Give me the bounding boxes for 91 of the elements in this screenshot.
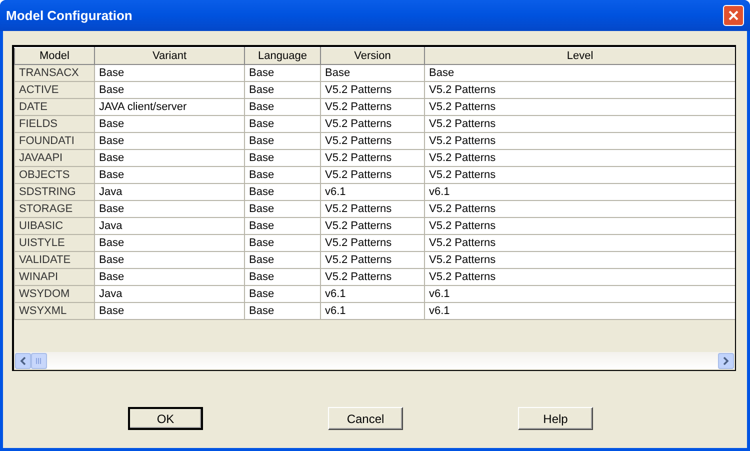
table-cell: Base: [94, 132, 244, 150]
dialog-button[interactable]: Cancel: [328, 407, 403, 430]
grip-icon: [36, 358, 42, 364]
table-cell: V5.2 Patterns: [424, 166, 735, 184]
table-cell: V5.2 Patterns: [320, 234, 424, 252]
table-cell: v6.1: [320, 286, 424, 302]
table-cell: V5.2 Patterns: [320, 82, 424, 98]
table-cell: Java: [94, 218, 244, 234]
table-cell: V5.2 Patterns: [424, 82, 735, 98]
table-cell: V5.2 Patterns: [424, 234, 735, 252]
table-cell: Base: [244, 184, 320, 200]
table-cell: Base: [94, 302, 244, 320]
column-header[interactable]: Model: [14, 48, 94, 64]
dialog-button[interactable]: OK: [128, 407, 203, 430]
table-cell: Base: [424, 64, 735, 82]
table-cell: Base: [94, 234, 244, 252]
table-cell: Base: [244, 116, 320, 132]
table-cell: Base: [244, 218, 320, 234]
table-cell: Base: [94, 150, 244, 166]
close-icon: [728, 10, 739, 21]
table-cell: Java: [94, 184, 244, 200]
table-cell: Base: [94, 64, 244, 82]
table-cell: Base: [94, 166, 244, 184]
table-cell: Base: [244, 64, 320, 82]
table-cell: Base: [244, 302, 320, 320]
table-cell: JAVA client/server: [94, 98, 244, 116]
row-header[interactable]: WSYXML: [14, 302, 94, 320]
table-cell: Base: [320, 64, 424, 82]
table-cell: Base: [244, 150, 320, 166]
close-button[interactable]: [723, 5, 744, 26]
table-cell: V5.2 Patterns: [320, 98, 424, 116]
table-cell: V5.2 Patterns: [320, 252, 424, 268]
table-cell: V5.2 Patterns: [424, 132, 735, 150]
row-header[interactable]: OBJECTS: [14, 166, 94, 184]
table-cell: Base: [94, 252, 244, 268]
column-header[interactable]: Level: [424, 48, 735, 64]
row-header[interactable]: WINAPI: [14, 268, 94, 286]
scroll-left-button[interactable]: [15, 352, 31, 368]
column-header[interactable]: Language: [244, 48, 320, 64]
table-cell: V5.2 Patterns: [320, 268, 424, 286]
table-cell: V5.2 Patterns: [424, 200, 735, 218]
table-cell: Base: [244, 132, 320, 150]
row-header[interactable]: ACTIVE: [14, 82, 94, 98]
table-cell: Base: [94, 200, 244, 218]
row-header[interactable]: VALIDATE: [14, 252, 94, 268]
table-cell: v6.1: [320, 184, 424, 200]
table-cell: v6.1: [424, 286, 735, 302]
table-cell: Base: [244, 286, 320, 302]
table-cell: V5.2 Patterns: [424, 218, 735, 234]
table-cell: Base: [244, 268, 320, 286]
table-cell: Base: [94, 268, 244, 286]
table-cell: Base: [94, 116, 244, 132]
row-header[interactable]: JAVAAPI: [14, 150, 94, 166]
table-cell: Base: [244, 200, 320, 218]
table-cell: V5.2 Patterns: [424, 268, 735, 286]
row-header[interactable]: WSYDOM: [14, 286, 94, 302]
column-header[interactable]: Version: [320, 48, 424, 64]
table-cell: V5.2 Patterns: [320, 200, 424, 218]
table-cell: Java: [94, 286, 244, 302]
table-cell: v6.1: [320, 302, 424, 320]
table-cell: Base: [94, 82, 244, 98]
table-cell: V5.2 Patterns: [320, 150, 424, 166]
table-cell: Base: [244, 82, 320, 98]
window-title: Model Configuration: [6, 6, 132, 25]
row-header[interactable]: DATE: [14, 98, 94, 116]
table-cell: Base: [244, 252, 320, 268]
table-cell: Base: [244, 166, 320, 184]
row-header[interactable]: FIELDS: [14, 116, 94, 132]
table-cell: V5.2 Patterns: [424, 252, 735, 268]
table-cell: V5.2 Patterns: [320, 166, 424, 184]
table-cell: V5.2 Patterns: [424, 116, 735, 132]
scroll-right-button[interactable]: [718, 352, 734, 368]
table-cell: V5.2 Patterns: [424, 150, 735, 166]
dialog-button[interactable]: Help: [518, 407, 593, 430]
row-header[interactable]: SDSTRING: [14, 184, 94, 200]
table-cell: V5.2 Patterns: [320, 218, 424, 234]
row-header[interactable]: UISTYLE: [14, 234, 94, 252]
row-header[interactable]: UIBASIC: [14, 218, 94, 234]
row-header[interactable]: TRANSACX: [14, 64, 94, 82]
table-cell: Base: [244, 234, 320, 252]
column-header[interactable]: Variant: [94, 48, 244, 64]
table-cell: Base: [244, 98, 320, 116]
row-header[interactable]: FOUNDATI: [14, 132, 94, 150]
table-cell: V5.2 Patterns: [424, 98, 735, 116]
table-cell: v6.1: [424, 302, 735, 320]
scroll-thumb[interactable]: [31, 352, 47, 368]
table-cell: V5.2 Patterns: [320, 116, 424, 132]
table-cell: v6.1: [424, 184, 735, 200]
table-cell: V5.2 Patterns: [320, 132, 424, 150]
horizontal-scrollbar[interactable]: [15, 352, 734, 369]
row-header[interactable]: STORAGE: [14, 200, 94, 218]
